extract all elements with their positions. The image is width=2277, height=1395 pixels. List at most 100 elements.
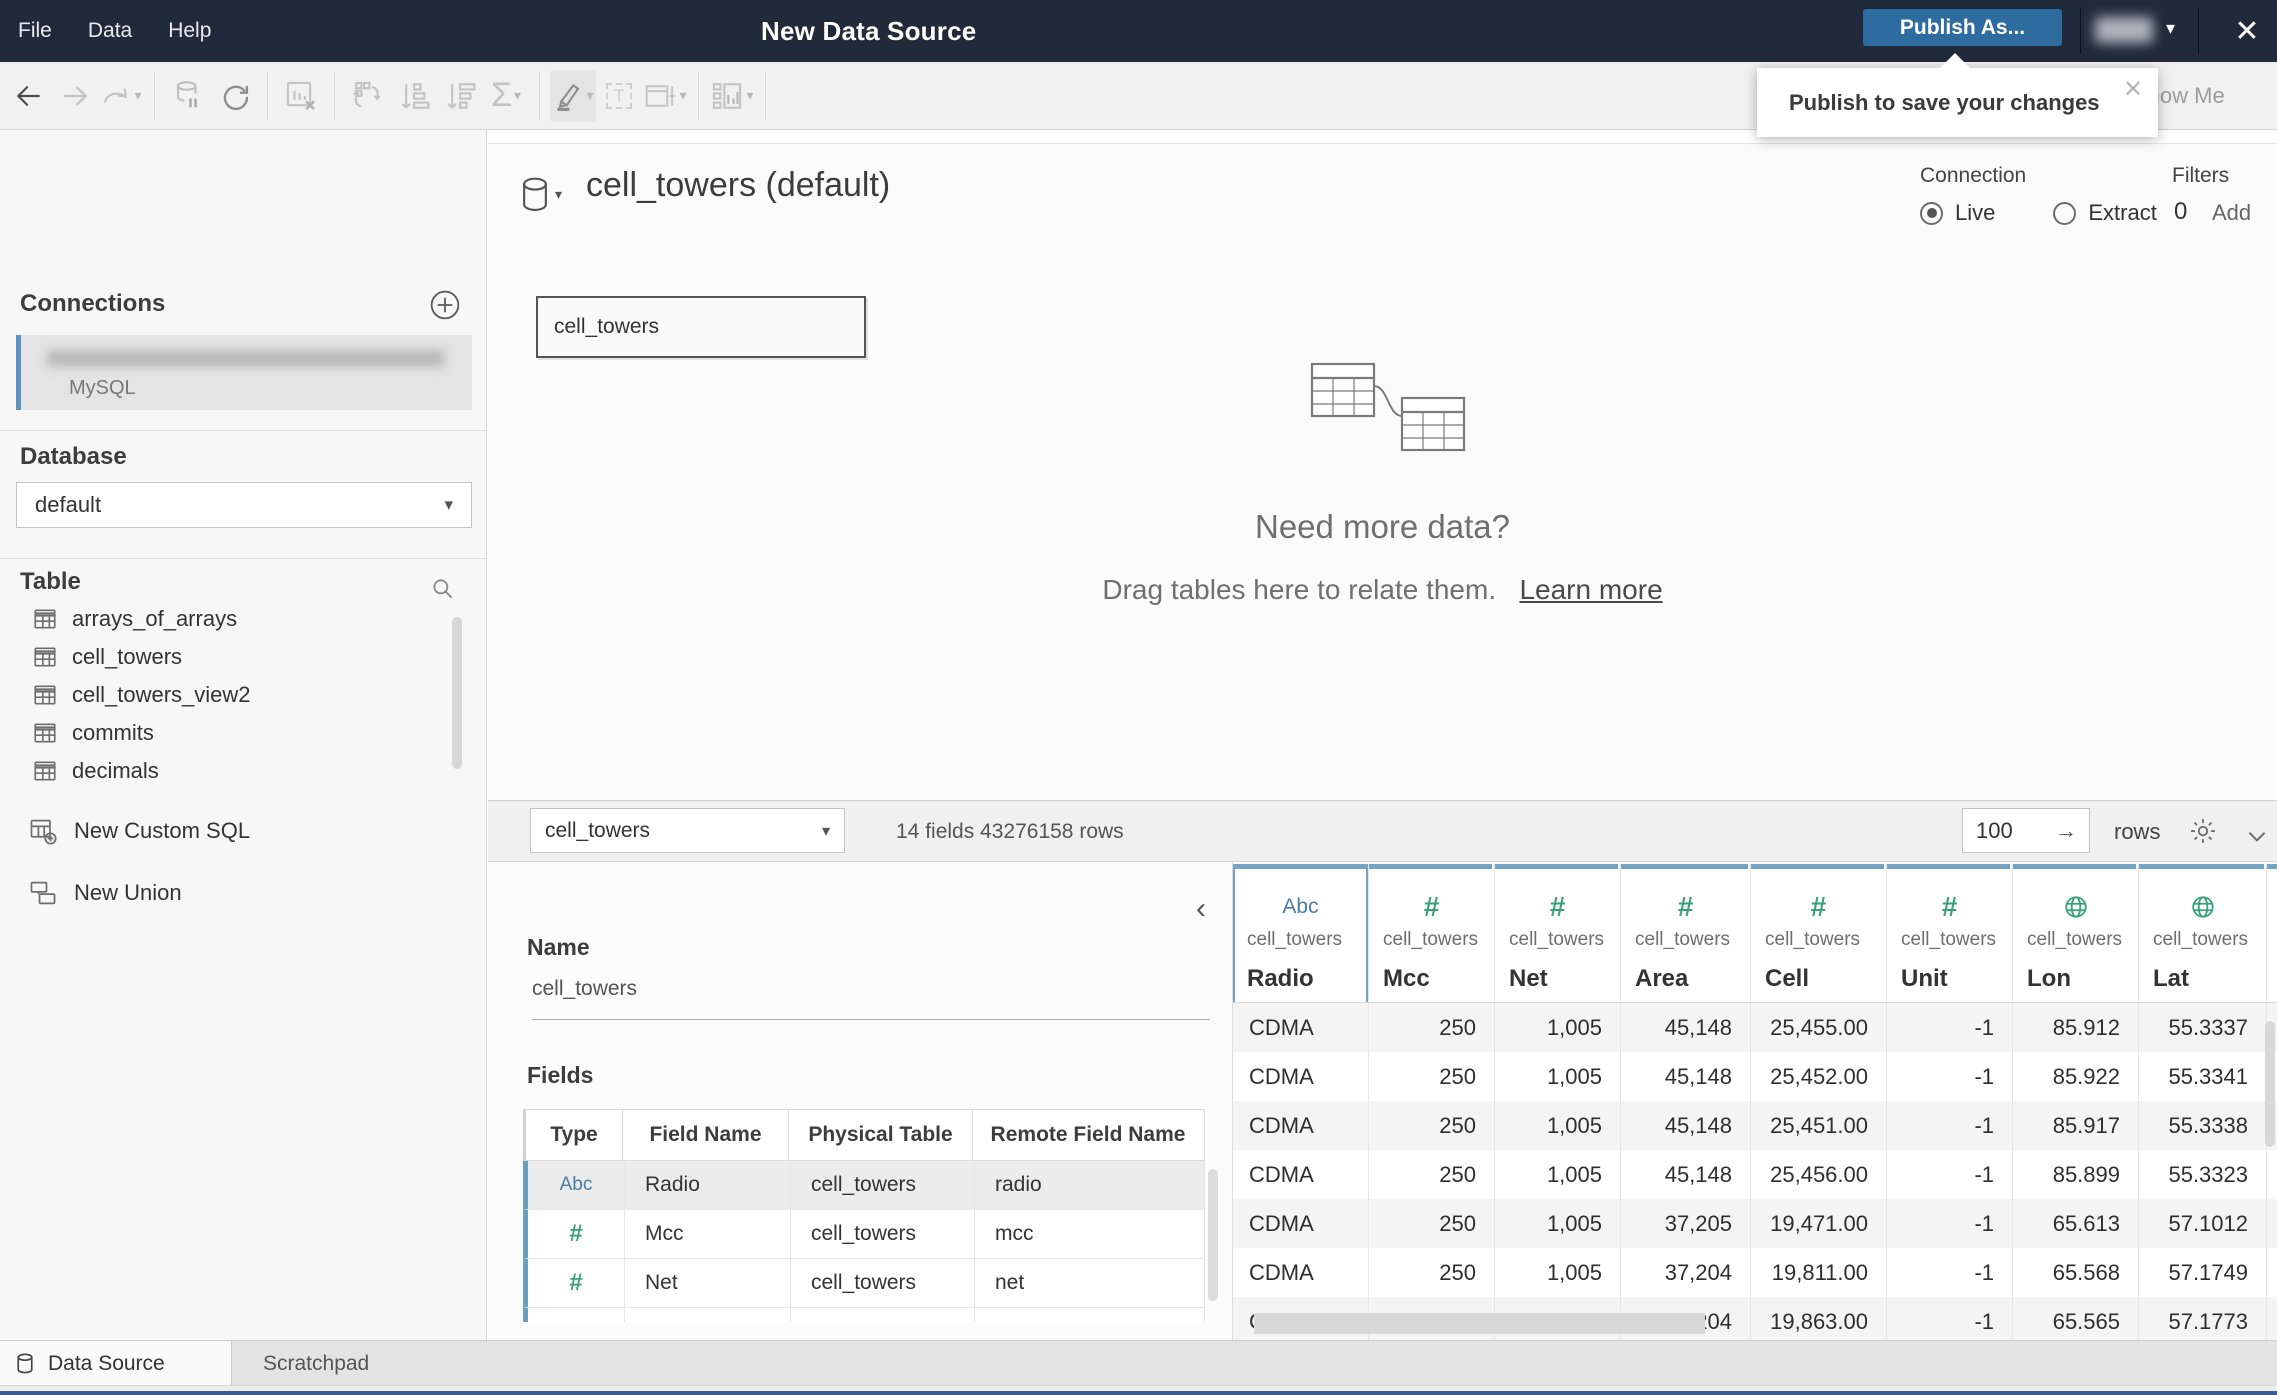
grid-cell: 45,148 bbox=[1621, 1101, 1751, 1150]
field-row[interactable]: # Net cell_towers net bbox=[523, 1259, 1205, 1308]
column-table-name: cell_towers bbox=[1509, 929, 1605, 950]
grid-cell: -1 bbox=[1887, 1248, 2013, 1297]
undo-button[interactable] bbox=[6, 70, 52, 122]
datasource-menu-button[interactable]: ▾ bbox=[520, 176, 562, 214]
field-row-clipped[interactable] bbox=[523, 1308, 1205, 1322]
database-select[interactable]: default ▾ bbox=[16, 482, 472, 528]
highlight-button[interactable]: ▾ bbox=[550, 69, 596, 122]
sidebar-table-label: commits bbox=[72, 720, 154, 745]
fit-width-icon bbox=[646, 84, 676, 107]
apply-rowcount-icon[interactable]: → bbox=[2055, 818, 2089, 844]
publish-as-button[interactable]: Publish As... bbox=[1863, 9, 2062, 46]
menu-help[interactable]: Help bbox=[168, 19, 211, 43]
refresh-icon bbox=[223, 85, 248, 110]
forward-arrow-icon bbox=[64, 85, 88, 106]
sort-ascending-button[interactable] bbox=[391, 70, 437, 122]
show-mark-labels-button[interactable]: T bbox=[596, 70, 642, 122]
grid-column-header[interactable]: # cell_towers Unit bbox=[1887, 864, 2013, 1002]
new-union-item[interactable]: New Union bbox=[0, 872, 470, 914]
sidebar-table-item[interactable]: commits bbox=[0, 714, 470, 752]
grid-cell: 37,204 bbox=[1621, 1248, 1751, 1297]
add-filter-link[interactable]: Add bbox=[2212, 200, 2251, 226]
grid-column-header[interactable]: # cell_towers Area bbox=[1621, 864, 1751, 1002]
union-icon bbox=[30, 881, 56, 905]
sidebar-table-item[interactable]: cell_towers bbox=[0, 638, 470, 676]
grid-cell: CDMA bbox=[1233, 1199, 1369, 1248]
grid-column-header[interactable]: # cell_towers Net bbox=[1495, 864, 1621, 1002]
grid-data-row[interactable]: CDMA 250 1,005 37,205 19,471.00 -1 65.613 57.10… bbox=[1233, 1199, 2277, 1248]
grid-data-row[interactable]: CDMA 250 1,005 45,148 25,455.00 -1 85.912 55.33… bbox=[1233, 1003, 2277, 1052]
logical-table-node[interactable]: cell_towers bbox=[536, 296, 866, 358]
show-hide-cards-button[interactable]: ▾ bbox=[709, 70, 755, 122]
number-type-icon: # bbox=[1941, 891, 1958, 922]
add-connection-button[interactable] bbox=[428, 288, 462, 322]
fit-selector[interactable]: ▾ bbox=[642, 70, 688, 122]
table-name-input[interactable]: cell_towers bbox=[532, 977, 1210, 1020]
redo-button[interactable] bbox=[52, 70, 98, 122]
menu-file[interactable]: File bbox=[18, 19, 52, 43]
extract-radio-label[interactable]: Extract bbox=[2088, 200, 2156, 226]
refresh-button[interactable] bbox=[211, 70, 257, 122]
grid-data-row[interactable]: CDMA 250 1,005 45,148 25,456.00 -1 85.899 55.33… bbox=[1233, 1150, 2277, 1199]
field-row[interactable]: # Mcc cell_towers mcc bbox=[523, 1210, 1205, 1259]
live-radio-label[interactable]: Live bbox=[1955, 200, 1995, 226]
grid-column-header[interactable]: cell_towers Lat bbox=[2139, 864, 2267, 1002]
tooltip-close-icon[interactable]: ✕ bbox=[2118, 74, 2148, 104]
grid-settings-button[interactable] bbox=[2188, 816, 2218, 846]
clear-sheet-button[interactable] bbox=[278, 70, 324, 122]
grid-column-header[interactable]: Abc cell_towers Radio bbox=[1233, 864, 1369, 1002]
sidebar-table-item[interactable]: cell_towers_view2 bbox=[0, 676, 470, 714]
extract-radio[interactable] bbox=[2053, 201, 2077, 225]
replay-button[interactable]: ▾ bbox=[98, 70, 144, 122]
toolbar-separator bbox=[698, 71, 699, 120]
sidebar-scrollbar-thumb[interactable] bbox=[452, 617, 462, 769]
pause-updates-button[interactable] bbox=[165, 70, 211, 122]
clear-chart-icon bbox=[286, 81, 316, 110]
new-custom-sql-item[interactable]: New Custom SQL bbox=[0, 810, 470, 852]
datasource-title[interactable]: cell_towers (default) bbox=[586, 166, 890, 205]
table-selector[interactable]: cell_towers ▾ bbox=[530, 808, 845, 853]
column-field-name: Cell bbox=[1765, 965, 1810, 992]
datasource-pause-icon bbox=[177, 80, 197, 107]
learn-more-link[interactable]: Learn more bbox=[1519, 574, 1662, 605]
user-menu-caret-icon[interactable]: ▾ bbox=[2166, 18, 2175, 39]
topbar-divider bbox=[2080, 8, 2081, 54]
grid-data-row[interactable]: CDMA 250 1,005 45,148 25,451.00 -1 85.917 55.33… bbox=[1233, 1101, 2277, 1150]
grid-column-header[interactable]: cell_towers Lon bbox=[2013, 864, 2139, 1002]
totals-button[interactable]: Σ ▾ bbox=[483, 70, 529, 122]
connection-item[interactable]: MySQL bbox=[16, 335, 472, 410]
grid-cell: 250 bbox=[1369, 1101, 1495, 1150]
grid-column-header[interactable]: # cell_towers Mcc bbox=[1369, 864, 1495, 1002]
grid-data-row[interactable]: CDMA 250 1,005 37,204 19,811.00 -1 65.568 57.17… bbox=[1233, 1248, 2277, 1297]
grid-horizontal-scrollbar-thumb[interactable] bbox=[1254, 1313, 1705, 1334]
field-name-cell: Net bbox=[625, 1259, 791, 1307]
close-window-icon[interactable]: ✕ bbox=[2228, 12, 2266, 50]
row-count-input[interactable] bbox=[1963, 817, 2043, 844]
collapse-panel-icon[interactable]: ‹ bbox=[1196, 894, 1206, 924]
swap-rows-columns-button[interactable] bbox=[345, 70, 391, 122]
grid-cell: -1 bbox=[1887, 1101, 2013, 1150]
string-type-icon: Abc bbox=[1282, 895, 1319, 918]
row-count-field[interactable]: → bbox=[1962, 808, 2090, 853]
live-radio[interactable] bbox=[1920, 201, 1943, 225]
table-search-button[interactable] bbox=[430, 576, 456, 602]
field-name-cell: Mcc bbox=[625, 1210, 791, 1258]
sort-descending-button[interactable] bbox=[437, 70, 483, 122]
empty-state-subtitle: Drag tables here to relate them. bbox=[1102, 574, 1497, 605]
user-account-name-redacted[interactable] bbox=[2095, 17, 2153, 43]
collapse-grid-button[interactable] bbox=[2244, 823, 2270, 849]
field-row[interactable]: Abc Radio cell_towers radio bbox=[523, 1161, 1205, 1210]
grid-vertical-scrollbar-thumb[interactable] bbox=[2265, 1021, 2275, 1147]
sidebar-table-item[interactable]: arrays_of_arrays bbox=[0, 600, 470, 638]
fields-table-body: Abc Radio cell_towers radio # Mcc cell_towers m… bbox=[523, 1161, 1205, 1322]
menu-data[interactable]: Data bbox=[88, 19, 132, 43]
sidebar-table-item[interactable]: decimals bbox=[0, 752, 470, 790]
grid-data-row[interactable]: CDMA 250 1,005 45,148 25,452.00 -1 85.922 55.33… bbox=[1233, 1052, 2277, 1101]
fields-scrollbar-thumb[interactable] bbox=[1208, 1169, 1218, 1301]
column-accent-bar bbox=[1233, 864, 1366, 869]
tab-scratchpad[interactable]: Scratchpad bbox=[263, 1341, 369, 1386]
column-table-name: cell_towers bbox=[1901, 929, 1997, 950]
grid-cell: 55.3337 bbox=[2139, 1003, 2267, 1052]
tab-data-source[interactable]: Data Source bbox=[0, 1341, 232, 1386]
grid-column-header[interactable]: # cell_towers Cell bbox=[1751, 864, 1887, 1002]
